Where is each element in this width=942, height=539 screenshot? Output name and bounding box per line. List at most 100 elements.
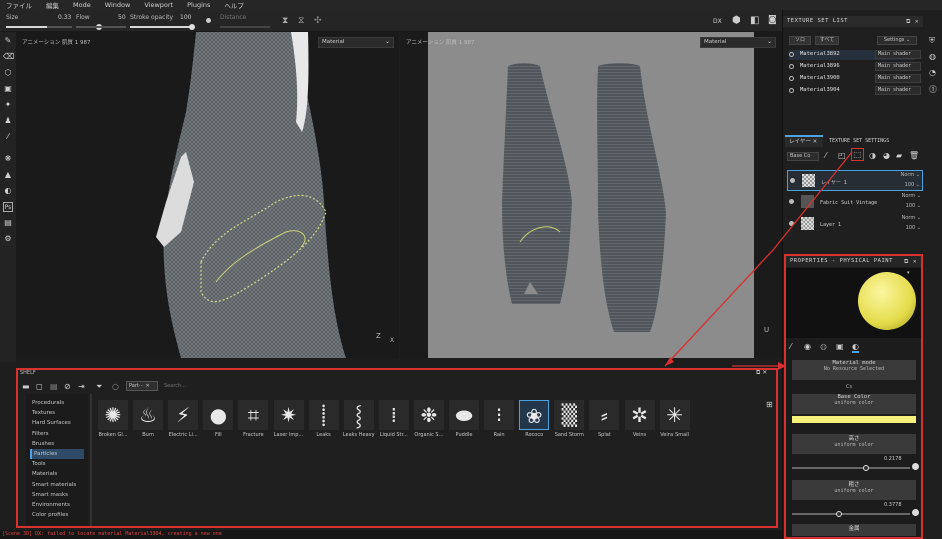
- tag-icon[interactable]: ○: [112, 382, 119, 391]
- shelf-item[interactable]: ✺ Broken Gl...: [96, 400, 130, 438]
- add-fill-layer-icon[interactable]: ⬚: [851, 148, 864, 161]
- eraser-icon[interactable]: ⌫: [3, 52, 14, 62]
- clone-icon[interactable]: ♟: [3, 116, 13, 126]
- alpha-tab-icon[interactable]: ◉: [804, 342, 811, 351]
- height-box[interactable]: 高さ uniform color: [792, 434, 916, 454]
- solo-filter-button[interactable]: ソロ: [789, 36, 811, 45]
- shelf-item[interactable]: ⸾ Leaks Heavy: [342, 400, 376, 438]
- shelf-item[interactable]: ● Fill: [201, 400, 235, 438]
- shelf-category-hard-surfaces[interactable]: Hard Surfaces: [30, 418, 84, 428]
- plugin-icon[interactable]: ▤: [3, 218, 13, 228]
- layer-opacity[interactable]: 100 ⌄: [905, 182, 920, 188]
- panel-window-buttons[interactable]: ⧉ ✕: [906, 16, 919, 27]
- shelf-category-color-profiles[interactable]: Color profiles: [30, 510, 84, 520]
- roughness-box[interactable]: 粗さ uniform color: [792, 480, 916, 500]
- eye-icon[interactable]: [789, 199, 794, 204]
- log-icon[interactable]: ⓵: [929, 84, 937, 95]
- shader-select[interactable]: Main shader: [875, 50, 921, 59]
- height-reset-icon[interactable]: [912, 463, 919, 470]
- shelf-category-smart-masks[interactable]: Smart masks: [30, 490, 84, 500]
- import-icon[interactable]: ▤: [50, 382, 58, 391]
- eye-icon[interactable]: [790, 178, 795, 183]
- blend-mode-select[interactable]: Norm ⌄: [901, 172, 920, 178]
- stencil-tab-icon[interactable]: ◍: [820, 342, 827, 351]
- height-slider-knob[interactable]: [862, 465, 869, 471]
- base-color-box[interactable]: Base Color uniform color: [792, 394, 916, 414]
- shelf-category-materials[interactable]: Materials: [30, 469, 84, 479]
- tab-texture-set-settings[interactable]: TEXTURE SET SETTINGS: [829, 136, 919, 147]
- texture-set-row[interactable]: Material3892 Main shader: [789, 50, 921, 60]
- projection-icon[interactable]: ⬡: [3, 68, 13, 78]
- height-slider[interactable]: [792, 465, 910, 471]
- hide-icon[interactable]: ⊘: [64, 382, 71, 391]
- blend-mode-select[interactable]: Norm ⌄: [902, 193, 921, 199]
- shelf-window-buttons[interactable]: ⧉ ✕: [756, 369, 767, 377]
- shelf-item[interactable]: ⸗ Splat: [587, 400, 621, 438]
- menu-window[interactable]: Window: [105, 1, 131, 9]
- shelf-item[interactable]: ✲ Veins: [623, 400, 657, 438]
- shader-select[interactable]: Main shader: [875, 62, 921, 71]
- menu-file[interactable]: ファイル: [6, 0, 32, 10]
- material-tab-icon[interactable]: ◐: [852, 342, 859, 353]
- texture-settings-dropdown[interactable]: Settings ⌄: [877, 36, 917, 45]
- add-mask-icon[interactable]: ◰: [838, 151, 846, 160]
- shelf-category-textures[interactable]: Textures: [30, 408, 84, 418]
- viewport-3d-material-select[interactable]: Material: [318, 37, 394, 48]
- display-mode-icon[interactable]: DX: [713, 18, 722, 25]
- screenshot-icon[interactable]: ◙: [768, 15, 777, 25]
- distance-slider[interactable]: [220, 26, 270, 28]
- bake-icon[interactable]: ❋: [3, 154, 13, 164]
- menu-help[interactable]: ヘルプ: [224, 0, 244, 10]
- folder-icon[interactable]: ▬: [22, 382, 30, 391]
- shelf-item[interactable]: ❀ Rococo: [517, 400, 551, 438]
- shelf-category-procedurals[interactable]: Procedurals: [30, 398, 84, 408]
- transform-icon[interactable]: ✣: [314, 16, 322, 26]
- display-settings-icon[interactable]: ◍: [929, 52, 936, 61]
- color-picker-icon[interactable]: ⁄: [3, 132, 13, 142]
- layer-row[interactable]: Layer 1 Norm ⌄ 100 ⌄: [787, 214, 923, 235]
- shelf-category-filters[interactable]: Filters: [30, 429, 84, 439]
- new-item-icon[interactable]: ◻: [36, 382, 43, 391]
- photoshop-icon[interactable]: ◐: [3, 186, 13, 196]
- menu-mode[interactable]: Mode: [73, 1, 91, 9]
- export-icon[interactable]: ⇥: [78, 382, 85, 391]
- add-folder-icon[interactable]: ▰: [896, 151, 902, 160]
- shelf-item[interactable]: ⌗ Fracture: [236, 400, 270, 438]
- iray-icon[interactable]: ▲: [3, 170, 13, 180]
- viewport-2d-material-select[interactable]: Material: [700, 37, 776, 48]
- shield-icon[interactable]: ⛨: [929, 36, 935, 46]
- smudge-icon[interactable]: ✦: [3, 100, 13, 110]
- texture-set-radio[interactable]: [789, 76, 794, 81]
- shelf-item[interactable]: ⁞ Liquid Str...: [377, 400, 411, 438]
- roughness-slider-knob[interactable]: [835, 511, 842, 517]
- ps-export-icon[interactable]: Ps: [3, 202, 13, 212]
- channel-tab-icon[interactable]: ▣: [836, 342, 844, 351]
- shelf-item[interactable]: ♨ Burn: [131, 400, 165, 438]
- history-icon[interactable]: ◔: [929, 68, 936, 77]
- shelf-item[interactable]: ❉ Organic S...: [412, 400, 446, 438]
- shelf-item[interactable]: ▒ Sand Storm: [552, 400, 586, 438]
- shelf-item[interactable]: ⸽ Leaks: [307, 400, 341, 438]
- preview-options-icon[interactable]: ▾: [907, 270, 910, 276]
- add-effect-icon[interactable]: ⁄: [825, 151, 826, 160]
- roughness-slider[interactable]: [792, 511, 910, 517]
- stroke-opacity-value[interactable]: 100: [180, 14, 191, 21]
- add-paint-layer-icon[interactable]: ◑: [869, 151, 876, 160]
- menu-plugins[interactable]: Plugins: [187, 1, 210, 9]
- brush-tab-icon[interactable]: ⁄: [790, 342, 791, 351]
- roughness-value[interactable]: 0.3778: [884, 502, 902, 508]
- shelf-category-tools[interactable]: Tools: [30, 459, 84, 469]
- texture-set-row[interactable]: Material3904 Main shader: [789, 86, 921, 96]
- paint-brush-icon[interactable]: ✎: [3, 36, 13, 46]
- add-smart-layer-icon[interactable]: ◕: [883, 151, 890, 160]
- camera-cube-icon[interactable]: ⬢: [732, 15, 741, 26]
- tab-layers[interactable]: レイヤー ✕: [785, 135, 823, 147]
- mirror-icon[interactable]: ⧖: [298, 16, 304, 26]
- shelf-item[interactable]: ✷ Laser Imp...: [272, 400, 306, 438]
- symmetry-icon[interactable]: ⧗: [282, 16, 288, 26]
- menu-edit[interactable]: 編集: [46, 0, 59, 10]
- blend-mode-select[interactable]: Norm ⌄: [902, 215, 921, 221]
- viewport-shelf-splitter[interactable]: [16, 358, 782, 368]
- shelf-category-brushes[interactable]: Brushes: [30, 439, 84, 449]
- layer-opacity[interactable]: 100 ⌄: [906, 203, 921, 209]
